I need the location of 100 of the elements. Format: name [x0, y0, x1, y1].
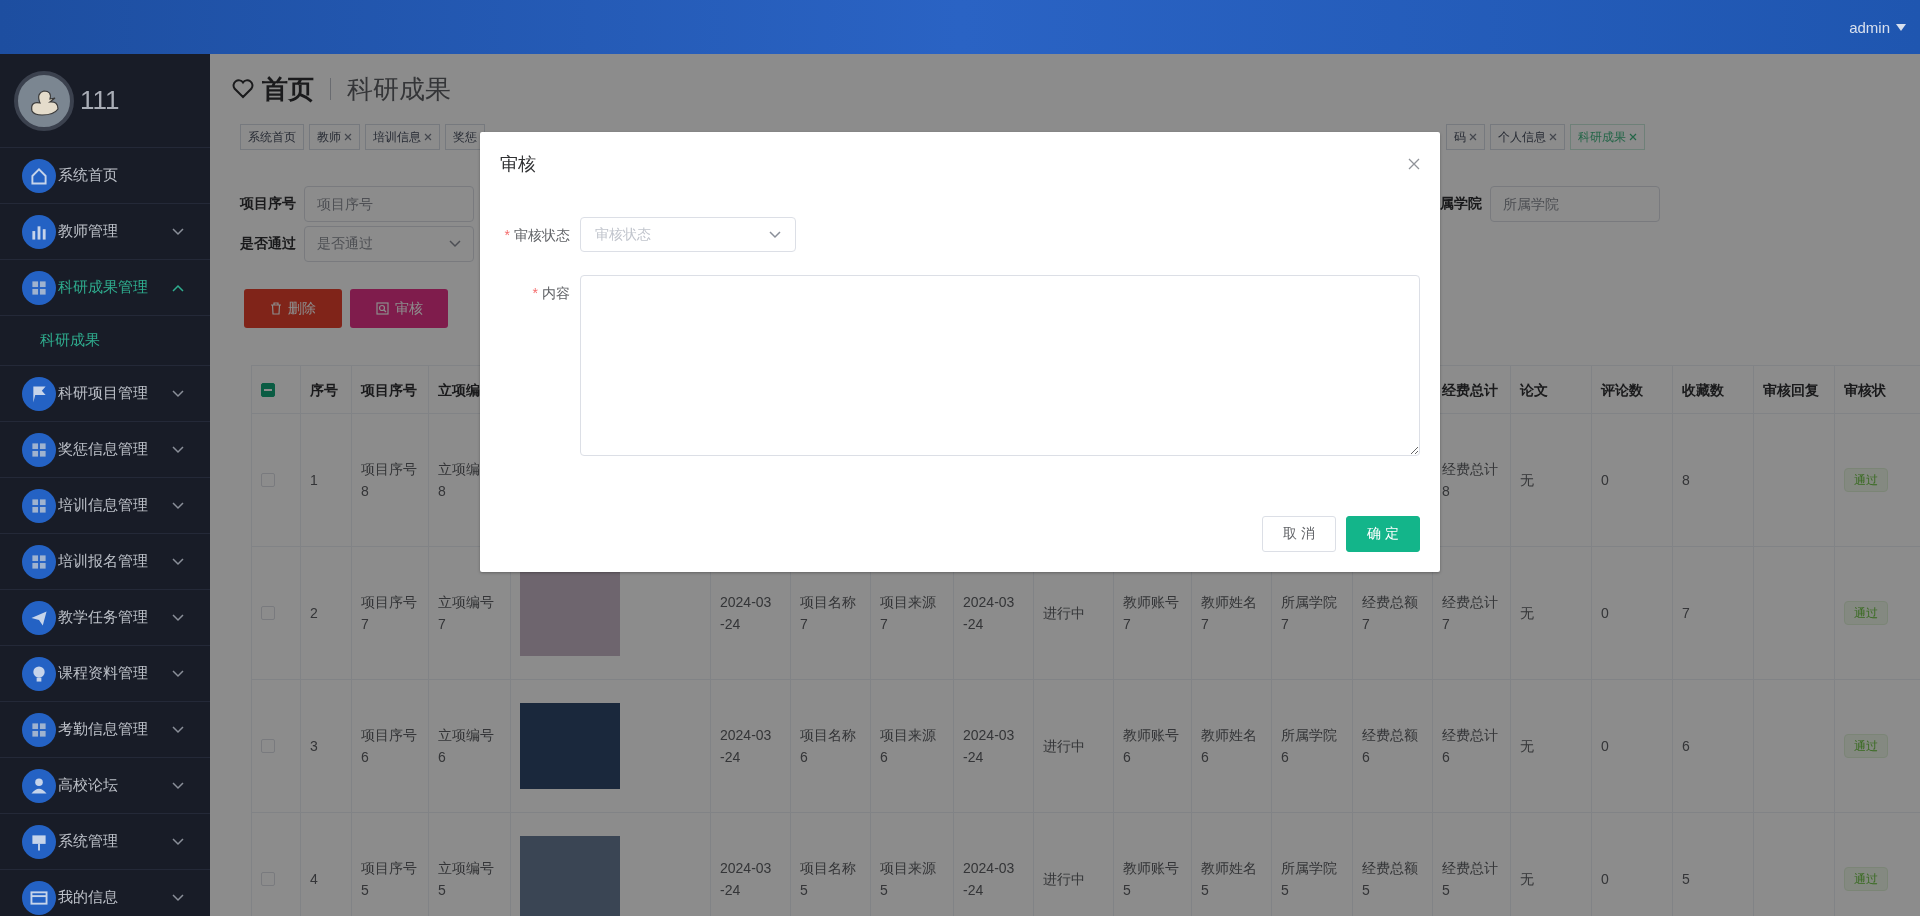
table-cell: 2024-03-24: [954, 813, 1034, 916]
tab[interactable]: 码: [1446, 124, 1485, 150]
close-icon[interactable]: [1629, 133, 1637, 141]
sidebar-item[interactable]: 奖惩信息管理: [0, 422, 210, 478]
person-icon: [22, 768, 56, 803]
tab[interactable]: 个人信息: [1490, 124, 1565, 150]
profile-name: 111: [80, 85, 120, 116]
chevron-down-icon: [172, 227, 184, 236]
sidebar-item[interactable]: 系统首页: [0, 148, 210, 204]
table-cell: 7: [1673, 547, 1754, 680]
sidebar-item[interactable]: 我的信息: [0, 870, 210, 916]
breadcrumb-current: 科研成果: [347, 72, 451, 106]
sign-icon: [22, 824, 56, 859]
tab[interactable]: 教师: [309, 124, 360, 150]
filter-label: 项目序号: [240, 195, 296, 213]
table-cell: 3: [301, 680, 352, 813]
table-cell: 无: [1511, 547, 1592, 680]
sidebar-item[interactable]: 系统管理: [0, 814, 210, 870]
status-tag: 通过: [1844, 601, 1888, 625]
close-icon[interactable]: [1469, 133, 1477, 141]
chevron-down-icon: [172, 501, 184, 510]
grid-icon: [22, 488, 56, 523]
tab[interactable]: 培训信息: [365, 124, 440, 150]
tab[interactable]: 系统首页: [240, 124, 304, 150]
status-tag: 通过: [1844, 867, 1888, 891]
duck-avatar-icon: [14, 70, 74, 131]
username-label[interactable]: admin: [1849, 18, 1890, 36]
bar-chart-icon: [22, 214, 56, 249]
close-icon[interactable]: [1408, 158, 1420, 170]
table-cell: 教师姓名 5: [1192, 813, 1272, 916]
table-cell: 0: [1592, 414, 1673, 547]
field-label: * 审核状态: [503, 226, 570, 245]
breadcrumb-link[interactable]: 首页: [262, 71, 314, 107]
table-cell: 6: [1673, 680, 1754, 813]
input-field[interactable]: 项目序号: [304, 186, 474, 222]
close-icon[interactable]: [344, 133, 352, 141]
close-icon[interactable]: [1549, 133, 1557, 141]
close-icon[interactable]: [424, 133, 432, 141]
column-header: 项目序号: [352, 366, 429, 414]
table-cell: 项目来源 6: [871, 680, 954, 813]
table-cell: 经费总计 6: [1433, 680, 1511, 813]
table-cell: 项目名称 6: [791, 680, 871, 813]
table-cell: 所属学院 5: [1272, 813, 1353, 916]
card-icon: [22, 880, 56, 915]
chevron-down-icon: [172, 613, 184, 622]
select-all-checkbox[interactable]: [261, 382, 275, 397]
column-header: 审核回复: [1754, 366, 1835, 414]
grid-icon: [22, 544, 56, 579]
bulb-icon: [22, 656, 56, 691]
chevron-down-icon: [172, 725, 184, 734]
table-cell: 0: [1592, 680, 1673, 813]
status-tag: 通过: [1844, 468, 1888, 492]
table-cell: 1: [301, 414, 352, 547]
sidebar-item[interactable]: 教师管理: [0, 204, 210, 260]
cancel-button[interactable]: 取 消: [1262, 516, 1336, 552]
table-cell: 经费总计 5: [1433, 813, 1511, 916]
tab[interactable]: 奖惩: [445, 124, 485, 150]
sidebar-item[interactable]: 课程资料管理: [0, 646, 210, 702]
chevron-down-icon: [172, 669, 184, 678]
table-cell: 5: [1673, 813, 1754, 916]
table-cell: 2024-03-24: [711, 813, 791, 916]
home-icon: [22, 158, 56, 193]
sidebar-item[interactable]: 科研成果管理: [0, 260, 210, 316]
table-cell: 8: [1673, 414, 1754, 547]
filter-label: 是否通过: [240, 235, 296, 253]
sidebar-item[interactable]: 培训报名管理: [0, 534, 210, 590]
input-field[interactable]: 所属学院: [1490, 186, 1660, 222]
table-cell: 2024-03-24: [711, 680, 791, 813]
table-cell: 无: [1511, 813, 1592, 916]
sidebar-item[interactable]: 培训信息管理: [0, 478, 210, 534]
chevron-down-icon: [172, 893, 184, 902]
chevron-down-icon: [449, 240, 461, 248]
column-header: 序号: [301, 366, 352, 414]
table-cell: 进行中: [1034, 680, 1114, 813]
chevron-down-icon: [172, 445, 184, 454]
caret-icon[interactable]: [1896, 23, 1906, 31]
table-cell: 项目序号 7: [352, 547, 429, 680]
table-cell: 教师账号 5: [1114, 813, 1192, 916]
table-cell: 立项编号 5: [429, 813, 511, 916]
search-icon: [375, 302, 389, 315]
table-cell: 项目名称 5: [791, 813, 871, 916]
table-cell: 0: [1592, 813, 1673, 916]
sidebar-item[interactable]: 考勤信息管理: [0, 702, 210, 758]
table-cell: 项目来源 5: [871, 813, 954, 916]
table-cell: 经费总额 5: [1353, 813, 1433, 916]
filter-label: 属学院: [1440, 195, 1482, 213]
sidebar-item[interactable]: 科研项目管理: [0, 366, 210, 422]
table-cell: 2: [301, 547, 352, 680]
sidebar-item[interactable]: 教学任务管理: [0, 590, 210, 646]
sidebar-item[interactable]: 高校论坛: [0, 758, 210, 814]
table-cell: 立项编号 6: [429, 680, 511, 813]
dialog-title: 审核: [500, 153, 536, 176]
table-cell: 教师姓名 6: [1192, 680, 1272, 813]
column-header: 评论数: [1592, 366, 1673, 414]
table-cell: 2024-03-24: [954, 680, 1034, 813]
table-cell: 无: [1511, 680, 1592, 813]
chevron-down-icon: [172, 837, 184, 846]
chevron-down-icon: [172, 389, 184, 398]
grid-icon: [22, 432, 56, 467]
table-cell: 经费总额 6: [1353, 680, 1433, 813]
